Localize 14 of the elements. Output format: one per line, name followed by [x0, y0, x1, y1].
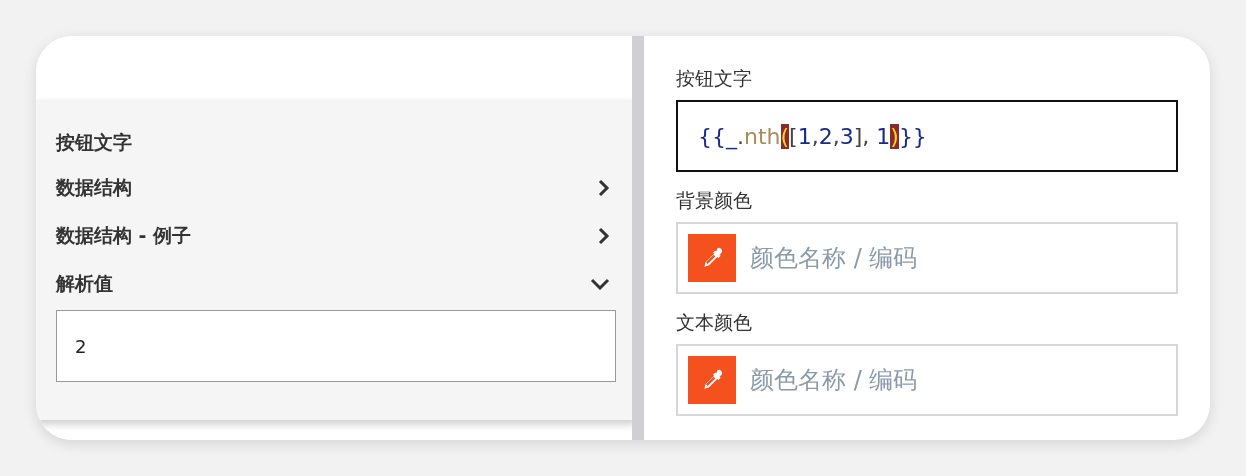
- panel-title: 按钮文字: [56, 130, 132, 155]
- field-label: 按钮文字: [676, 66, 752, 91]
- value-field[interactable]: 2: [56, 310, 616, 382]
- eyedropper-icon[interactable]: [688, 356, 736, 404]
- field-label: 文本颜色: [676, 310, 752, 335]
- eyedropper-icon[interactable]: [688, 234, 736, 282]
- section-header[interactable]: 数据结构 - 例子: [56, 212, 616, 260]
- section-header[interactable]: 数据结构: [56, 164, 616, 212]
- section-header[interactable]: 解析值: [56, 260, 616, 308]
- code-input-field[interactable]: {{_.nth([1,2,3], 1)}}: [676, 100, 1178, 172]
- chevron-right-icon: [598, 227, 610, 245]
- chevron-right-icon: [598, 179, 610, 197]
- field-label: 背景颜色: [676, 188, 752, 213]
- chevron-down-icon: [590, 278, 610, 290]
